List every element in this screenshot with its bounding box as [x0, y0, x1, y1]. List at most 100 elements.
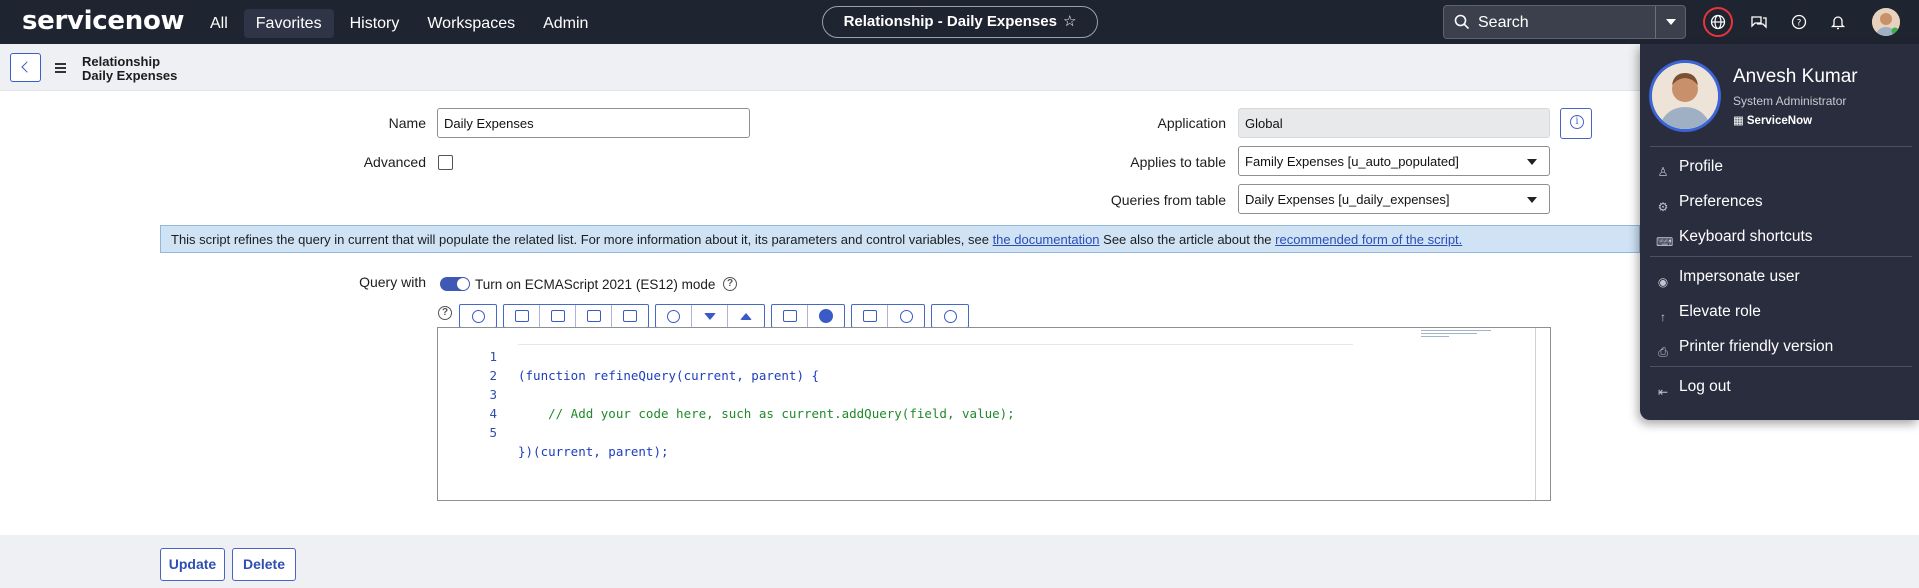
- user-profile-menu: Anvesh Kumar System Administrator ▦ Servi…: [1640, 44, 1919, 420]
- applies-to-table-select[interactable]: Family Expenses [u_auto_populated]: [1238, 146, 1550, 176]
- replace-all-icon[interactable]: [612, 305, 648, 327]
- script-editor[interactable]: 1 (function refineQuery(current, parent)…: [437, 327, 1551, 501]
- nav-item-history[interactable]: History: [338, 9, 412, 38]
- profile-divider: [1650, 256, 1912, 257]
- search-scope-dropdown[interactable]: [1655, 6, 1685, 38]
- name-field[interactable]: Daily Expenses: [437, 108, 750, 138]
- breadcrumb: Relationship Daily Expenses: [82, 55, 177, 83]
- nav-menu: All Favorites History Workspaces Admin: [198, 9, 600, 38]
- global-search[interactable]: Search: [1443, 5, 1686, 39]
- user-avatar-button[interactable]: [1872, 8, 1900, 36]
- debug-icon[interactable]: [932, 305, 968, 327]
- application-info-button[interactable]: [1560, 108, 1592, 139]
- search-placeholder: Search: [1478, 14, 1529, 31]
- star-icon[interactable]: ☆: [1063, 13, 1076, 30]
- queries-from-table-select[interactable]: Daily Expenses [u_daily_expenses]: [1238, 184, 1550, 214]
- profile-menu-keyboard-shortcuts[interactable]: ⌨ Keyboard shortcuts: [1656, 226, 1813, 249]
- advanced-label: Advanced: [363, 154, 426, 170]
- arrow-up-icon: ↑: [1660, 309, 1666, 324]
- editor-help-icon[interactable]: [808, 305, 844, 327]
- profile-name: Anvesh Kumar: [1733, 66, 1858, 87]
- nav-item-all[interactable]: All: [198, 9, 240, 38]
- logout-icon: ⇤: [1657, 384, 1669, 399]
- profile-instance: ▦ ServiceNow: [1733, 115, 1813, 127]
- back-button[interactable]: [10, 53, 41, 82]
- script-editor-toolbar: [459, 304, 969, 328]
- chevron-down-icon: [1527, 197, 1537, 203]
- queries-from-table-label: Queries from table: [1110, 192, 1226, 208]
- person-icon: ♙: [1657, 164, 1669, 179]
- printer-icon: ⎙: [1658, 344, 1668, 359]
- breadcrumb-record: Daily Expenses: [82, 68, 178, 83]
- banner-text: This script refines the query in current…: [171, 232, 993, 247]
- profile-menu-log-out[interactable]: ⇤ Log out: [1656, 376, 1731, 399]
- documentation-link[interactable]: the documentation: [993, 232, 1100, 247]
- profile-menu-impersonate-user[interactable]: ◉ Impersonate user: [1656, 266, 1800, 289]
- search-icon: [1454, 14, 1470, 30]
- queries-from-table-value: Daily Expenses [u_daily_expenses]: [1245, 192, 1450, 207]
- banner-text-mid: See also the article about the: [1099, 232, 1276, 247]
- profile-menu-profile[interactable]: ♙ Profile: [1656, 156, 1723, 179]
- profile-divider: [1650, 366, 1912, 367]
- top-nav: servicenow All Favorites History Workspa…: [0, 0, 1919, 44]
- profile-avatar: [1649, 60, 1721, 132]
- building-icon: ▦: [1733, 115, 1744, 127]
- code-line: 5 })(current, parent);: [438, 404, 668, 459]
- servicenow-logo[interactable]: servicenow: [22, 6, 185, 36]
- fullscreen-icon[interactable]: [772, 305, 808, 327]
- code-text: // Add your code here, such as current.a…: [518, 406, 1015, 421]
- svg-text:?: ?: [1797, 19, 1802, 29]
- nav-item-favorites[interactable]: Favorites: [243, 9, 334, 38]
- form-header: Relationship Daily Expenses: [0, 44, 1919, 91]
- search-icon[interactable]: [656, 305, 692, 327]
- name-label: Name: [388, 115, 426, 131]
- globe-icon[interactable]: [1703, 7, 1733, 37]
- code-text: (function refineQuery(current, parent) {: [518, 368, 820, 383]
- es12-mode-toggle[interactable]: [440, 277, 470, 291]
- profile-menu-printer-friendly[interactable]: ⎙ Printer friendly version: [1656, 336, 1833, 359]
- application-label: Application: [1157, 115, 1227, 131]
- record-title: Relationship - Daily Expenses: [843, 13, 1057, 30]
- context-menu-icon[interactable]: [55, 63, 66, 75]
- script-debugger-icon[interactable]: [888, 305, 924, 327]
- delete-button[interactable]: Delete: [232, 548, 296, 581]
- keyboard-icon: ⌨: [1656, 234, 1674, 249]
- code-line: 2: [438, 347, 497, 383]
- script-help-icon[interactable]: ?: [438, 306, 452, 320]
- code-text: })(current, parent);: [518, 444, 669, 459]
- profile-divider: [1650, 146, 1912, 147]
- chevron-down-icon: [1527, 159, 1537, 165]
- bell-icon[interactable]: [1824, 8, 1852, 36]
- profile-menu-elevate-role[interactable]: ↑ Elevate role: [1656, 301, 1761, 324]
- recommended-form-link[interactable]: recommended form of the script.: [1275, 232, 1462, 247]
- nav-item-admin[interactable]: Admin: [531, 9, 600, 38]
- code-line: 1 (function refineQuery(current, parent)…: [438, 328, 819, 383]
- breadcrumb-type: Relationship: [82, 54, 161, 69]
- chat-icon[interactable]: [1745, 8, 1773, 36]
- code-line: 3 // Add your code here, such as current…: [438, 366, 1014, 421]
- nav-item-workspaces[interactable]: Workspaces: [415, 9, 527, 38]
- script-info-banner: This script refines the query in current…: [160, 225, 1640, 253]
- es12-mode-label: Turn on ECMAScript 2021 (ES12) mode: [475, 277, 716, 292]
- help-icon[interactable]: ?: [1785, 8, 1813, 36]
- code-minimap[interactable]: [1421, 328, 1491, 340]
- update-button[interactable]: Update: [160, 548, 225, 581]
- replace-icon[interactable]: [576, 305, 612, 327]
- es12-help-icon[interactable]: ?: [723, 277, 737, 291]
- comment-icon[interactable]: [504, 305, 540, 327]
- query-with-label: Query with: [359, 274, 426, 290]
- applies-to-table-label: Applies to table: [1130, 154, 1226, 170]
- profile-menu-preferences[interactable]: ⚙ Preferences: [1656, 191, 1763, 214]
- code-line: 4: [438, 385, 497, 421]
- eye-icon: ◉: [1657, 274, 1669, 289]
- profile-role: System Administrator: [1733, 94, 1847, 108]
- format-code-icon[interactable]: [540, 305, 576, 327]
- record-title-pill[interactable]: Relationship - Daily Expenses ☆: [822, 6, 1098, 38]
- save-icon[interactable]: [852, 305, 888, 327]
- find-next-icon[interactable]: [692, 305, 728, 327]
- toggle-syntax-icon[interactable]: [460, 305, 496, 327]
- gear-icon: ⚙: [1657, 199, 1669, 214]
- advanced-checkbox[interactable]: [438, 155, 453, 170]
- find-previous-icon[interactable]: [728, 305, 764, 327]
- application-field: Global: [1238, 108, 1550, 138]
